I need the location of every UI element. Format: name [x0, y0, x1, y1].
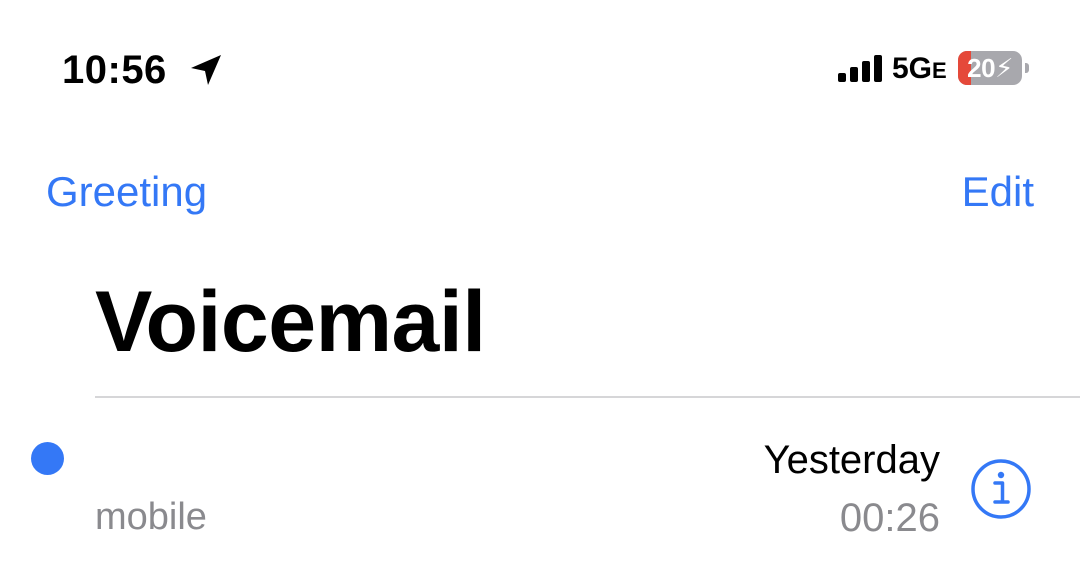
greeting-button[interactable]: Greeting	[46, 166, 207, 218]
voicemail-date: Yesterday	[763, 438, 940, 482]
voicemail-duration: 00:26	[839, 496, 940, 540]
status-time: 10:56	[62, 48, 167, 92]
location-arrow-icon	[191, 55, 221, 85]
unread-indicator-dot	[31, 442, 64, 475]
battery-cap	[1025, 63, 1029, 73]
voicemail-list-item[interactable]: mobile Yesterday 00:26	[0, 398, 1080, 570]
battery-body: 20⚡	[958, 51, 1022, 85]
cellular-signal-icon	[838, 55, 882, 82]
battery-percent: 20⚡	[967, 53, 1013, 83]
battery-charging-icon: 20⚡	[958, 51, 1022, 85]
network-type-label: 5GE	[892, 52, 947, 85]
edit-button[interactable]: Edit	[962, 166, 1034, 218]
status-bar: 10:56 5GE 20⚡	[0, 0, 1080, 130]
page-title: Voicemail	[95, 274, 486, 370]
caller-phone-label: mobile	[95, 496, 207, 538]
info-circle-icon[interactable]	[970, 458, 1032, 520]
